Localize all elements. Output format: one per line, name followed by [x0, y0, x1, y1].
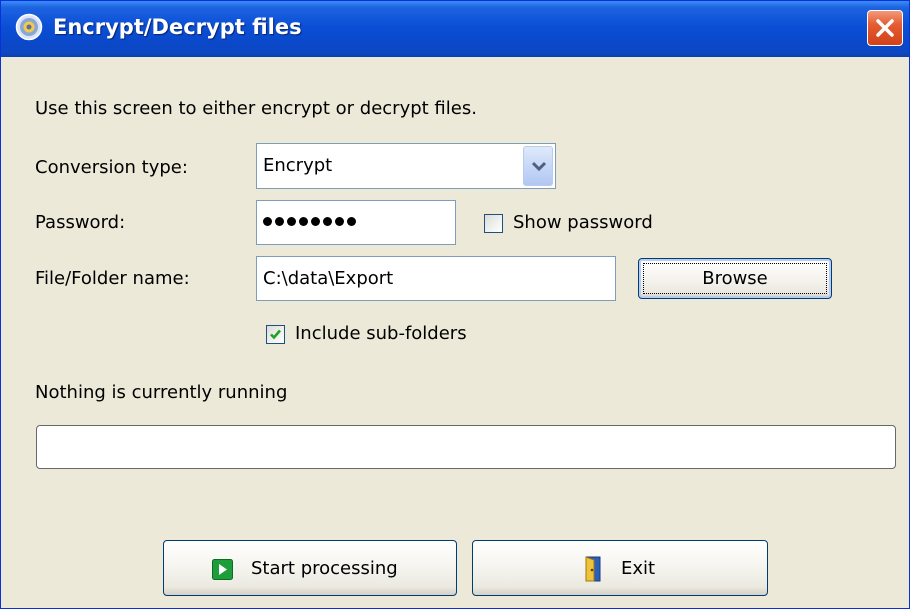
title-bar[interactable]: Encrypt/Decrypt files: [1, 1, 909, 57]
file-folder-value: C:\data\Export: [263, 268, 394, 289]
checkmark-icon: [270, 329, 281, 340]
status-text: Nothing is currently running: [35, 382, 288, 403]
conversion-type-select[interactable]: Encrypt: [256, 143, 556, 189]
password-dot: [323, 217, 332, 226]
close-button[interactable]: [867, 10, 903, 46]
chevron-down-icon: [532, 161, 546, 172]
start-processing-label: Start processing: [251, 558, 398, 579]
password-dot: [299, 217, 308, 226]
password-mask: [263, 217, 356, 226]
include-subfolders-label[interactable]: Include sub-folders: [295, 323, 467, 345]
browse-button[interactable]: Browse: [638, 258, 832, 299]
password-label: Password:: [35, 212, 126, 233]
app-disc-icon: [15, 13, 43, 41]
password-dot: [287, 217, 296, 226]
conversion-type-label: Conversion type:: [35, 157, 188, 178]
intro-text: Use this screen to either encrypt or dec…: [35, 98, 477, 119]
conversion-type-value: Encrypt: [263, 155, 333, 176]
window-title: Encrypt/Decrypt files: [53, 15, 302, 39]
password-dot: [263, 217, 272, 226]
dropdown-button[interactable]: [523, 146, 553, 186]
browse-button-label: Browse: [702, 268, 768, 289]
exit-label: Exit: [621, 558, 656, 579]
show-password-label[interactable]: Show password: [513, 212, 653, 234]
password-dot: [275, 217, 284, 226]
door-exit-icon: [583, 556, 603, 582]
show-password-checkbox[interactable]: [484, 214, 503, 233]
close-icon: [876, 19, 894, 37]
start-processing-button[interactable]: Start processing: [163, 540, 457, 596]
password-dot: [347, 217, 356, 226]
password-dot: [311, 217, 320, 226]
file-folder-label: File/Folder name:: [35, 268, 190, 289]
include-subfolders-checkbox[interactable]: [266, 325, 285, 344]
play-icon: [212, 559, 233, 580]
password-dot: [335, 217, 344, 226]
progress-bar: [36, 425, 896, 469]
password-field[interactable]: [256, 200, 456, 245]
exit-button[interactable]: Exit: [472, 540, 768, 596]
file-folder-input[interactable]: C:\data\Export: [256, 256, 616, 301]
encrypt-decrypt-dialog: Encrypt/Decrypt files Use this screen to…: [0, 0, 910, 609]
